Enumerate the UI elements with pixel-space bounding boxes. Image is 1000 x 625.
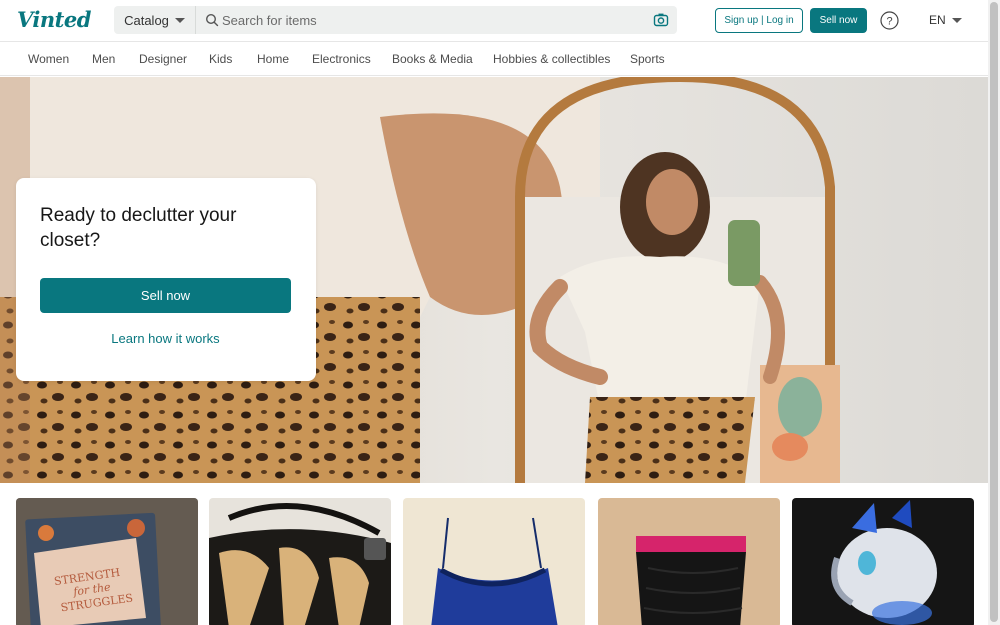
- category-nav: Women Men Designer Kids Home Electronics…: [0, 41, 988, 76]
- scrollbar-thumb[interactable]: [990, 2, 998, 622]
- item-photo-tube-top: [598, 498, 780, 625]
- nav-item-sports[interactable]: Sports: [630, 52, 665, 66]
- search-input[interactable]: [222, 9, 642, 31]
- nav-item-designer[interactable]: Designer: [139, 52, 187, 66]
- language-label: EN: [929, 13, 946, 27]
- item-card[interactable]: [209, 498, 391, 625]
- learn-how-it-works-link[interactable]: Learn how it works: [40, 331, 291, 346]
- nav-item-women[interactable]: Women: [28, 52, 69, 66]
- chevron-down-icon: [174, 17, 185, 23]
- nav-item-men[interactable]: Men: [92, 52, 115, 66]
- nav-item-kids[interactable]: Kids: [209, 52, 232, 66]
- hero-sell-now-button[interactable]: Sell now: [40, 278, 291, 313]
- svg-text:?: ?: [886, 16, 892, 28]
- camera-icon[interactable]: [653, 12, 669, 28]
- nav-item-hobbies-collectibles[interactable]: Hobbies & collectibles: [493, 52, 610, 66]
- catalog-dropdown[interactable]: Catalog: [114, 6, 196, 34]
- item-card[interactable]: STRENGTHfor theSTRUGGLES: [16, 498, 198, 625]
- nav-item-books-media[interactable]: Books & Media: [392, 52, 473, 66]
- nav-item-electronics[interactable]: Electronics: [312, 52, 371, 66]
- search-bar: Catalog: [114, 6, 677, 34]
- language-selector[interactable]: EN: [929, 13, 962, 27]
- sell-now-button[interactable]: Sell now: [810, 8, 867, 33]
- chevron-down-icon: [951, 17, 962, 23]
- catalog-label: Catalog: [124, 12, 169, 28]
- declutter-card: Ready to declutter your closet? Sell now…: [16, 178, 316, 381]
- header: Vinted Catalog Sign up | Log in Sell now…: [0, 0, 988, 41]
- item-card[interactable]: [403, 498, 585, 625]
- page-scrollbar[interactable]: [988, 0, 1000, 625]
- item-card[interactable]: [792, 498, 974, 625]
- nav-item-home[interactable]: Home: [257, 52, 289, 66]
- signup-login-button[interactable]: Sign up | Log in: [715, 8, 803, 33]
- hero-banner: Ready to declutter your closet? Sell now…: [0, 77, 988, 483]
- item-photo-book: STRENGTHfor theSTRUGGLES: [16, 498, 198, 625]
- vinted-logo[interactable]: Vinted: [17, 7, 91, 32]
- item-photo-blue-cami: [403, 498, 585, 625]
- item-photo-pony-toy: [792, 498, 974, 625]
- help-icon[interactable]: ?: [880, 11, 899, 30]
- item-photo-zebra-bag: [209, 498, 391, 625]
- item-card[interactable]: [598, 498, 780, 625]
- search-icon: [205, 13, 219, 27]
- hero-title: Ready to declutter your closet?: [40, 205, 237, 251]
